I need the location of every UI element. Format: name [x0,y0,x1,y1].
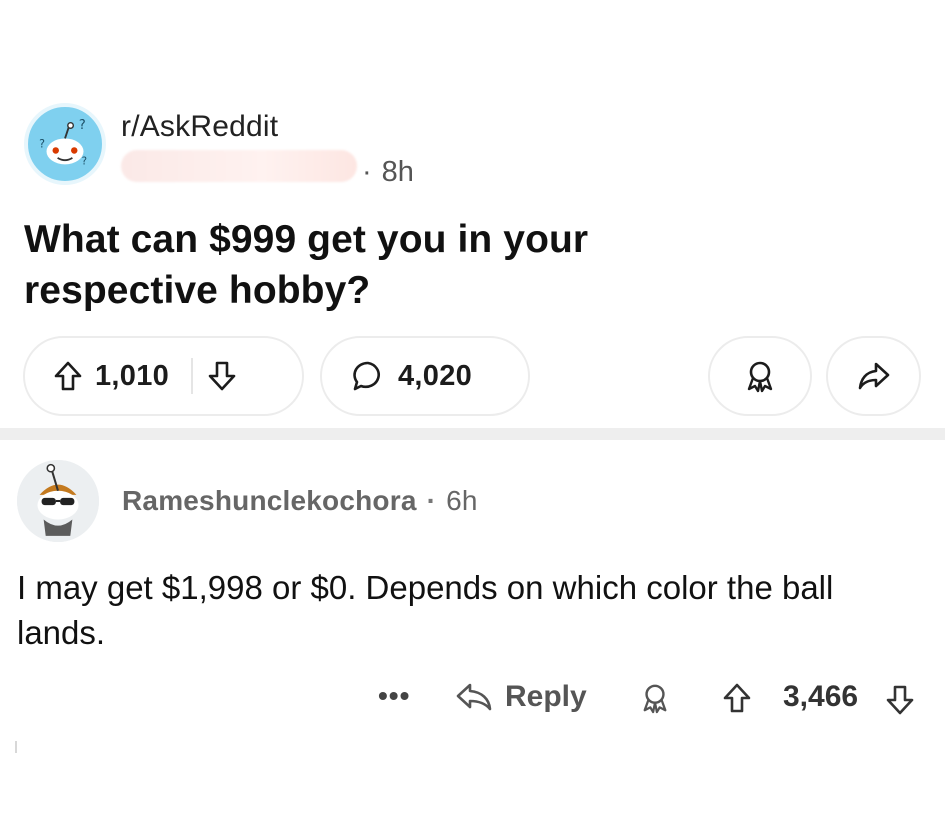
award-button[interactable] [708,336,812,416]
speech-bubble-icon [352,360,384,392]
commenter-avatar[interactable] [17,460,99,542]
reply-button[interactable]: Reply [455,680,587,714]
arrow-down-icon[interactable] [885,684,915,716]
comments-button[interactable]: 4,020 [320,336,530,416]
svg-text:?: ? [39,138,45,151]
share-button[interactable] [826,336,921,416]
svg-text:?: ? [79,118,86,133]
post-time: 8h [381,156,414,188]
comment-body: I may get $1,998 or $0. Depends on which… [17,569,834,651]
share-arrow-icon [857,361,891,391]
reply-arrow-icon [455,681,493,713]
comment-count: 4,020 [398,359,473,392]
post-meta: · 8h [362,156,414,189]
post-vote-bar: 1,010 [23,336,304,416]
comment-action-bar: ••• Reply 3,466 [0,676,945,724]
scroll-indicator [15,741,17,753]
svg-text:?: ? [82,156,87,167]
subreddit-avatar[interactable]: ? ? ? [24,103,106,185]
redacted-author [121,150,357,182]
arrow-up-icon[interactable] [53,360,83,392]
arrow-up-icon[interactable] [722,682,752,714]
post-upvote-count: 1,010 [95,359,170,392]
vote-divider [191,358,194,394]
award-icon [744,359,776,393]
award-icon[interactable] [640,682,670,714]
reply-label: Reply [505,680,587,713]
section-divider [0,428,945,440]
comment-score: 3,466 [783,680,859,713]
separator-dot: · [362,156,372,188]
post-title[interactable]: What can $999 get you in your respective… [24,214,724,316]
subreddit-name[interactable]: r/AskReddit [121,110,278,144]
comment-time: 6h [446,485,478,516]
separator-dot: · [426,485,437,516]
comment-meta: Rameshunclekochora · 6h [122,485,478,517]
comment-username[interactable]: Rameshunclekochora [122,485,417,516]
arrow-down-icon[interactable] [207,360,237,392]
more-options-button[interactable]: ••• [378,680,410,712]
